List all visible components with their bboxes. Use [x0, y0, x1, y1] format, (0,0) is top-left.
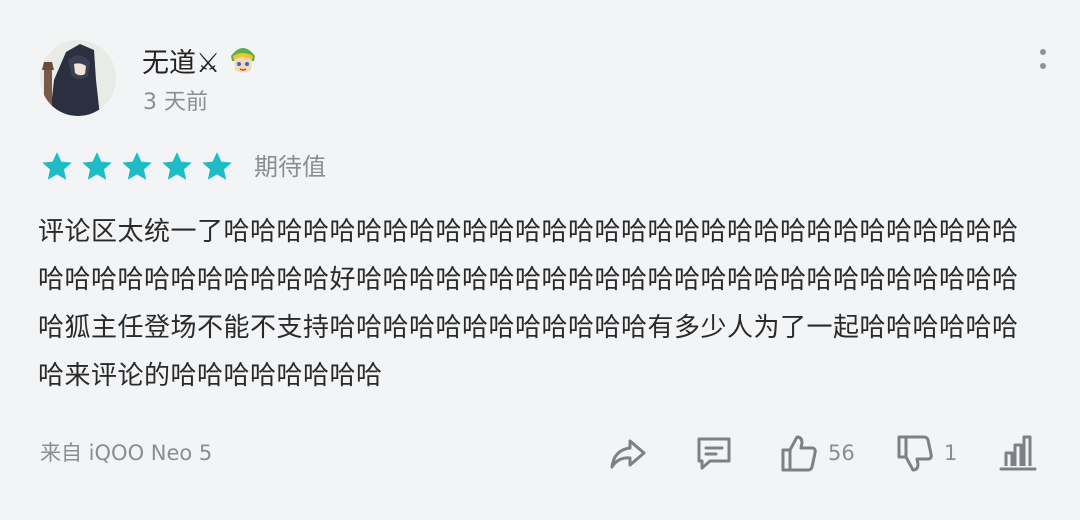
star-icon	[162, 152, 192, 180]
comment-text: 评论区太统一了哈哈哈哈哈哈哈哈哈哈哈哈哈哈哈哈哈哈哈哈哈哈哈哈哈哈哈哈哈哈哈哈哈…	[38, 217, 1019, 391]
stats-button[interactable]	[998, 432, 1038, 474]
rating-label: 期待值	[254, 153, 326, 181]
star-icon	[122, 152, 152, 180]
thumbs-up-icon	[781, 435, 817, 472]
star-icon	[202, 152, 232, 180]
star-icon	[42, 152, 72, 180]
like-count: 56	[828, 441, 855, 465]
star-icon	[82, 152, 112, 180]
star-rating	[40, 150, 234, 184]
post-time: 3 天前	[143, 90, 208, 115]
comment-icon	[697, 437, 731, 470]
username[interactable]: 无道⚔	[142, 42, 260, 86]
dislike-button[interactable]: 1	[896, 432, 957, 474]
thumbs-down-icon	[897, 435, 933, 472]
dislike-count: 1	[944, 441, 958, 465]
bar-chart-icon	[999, 435, 1037, 471]
share-button[interactable]	[608, 432, 648, 474]
device-source: 来自 iQOO Neo 5	[40, 441, 213, 465]
avatar[interactable]	[40, 40, 116, 116]
reply-button[interactable]	[694, 432, 734, 474]
character-badge-icon	[226, 42, 260, 86]
like-button[interactable]: 56	[780, 432, 855, 474]
share-icon	[610, 439, 646, 469]
more-vertical-icon[interactable]	[1026, 44, 1060, 74]
username-text[interactable]: 无道⚔	[142, 46, 220, 82]
